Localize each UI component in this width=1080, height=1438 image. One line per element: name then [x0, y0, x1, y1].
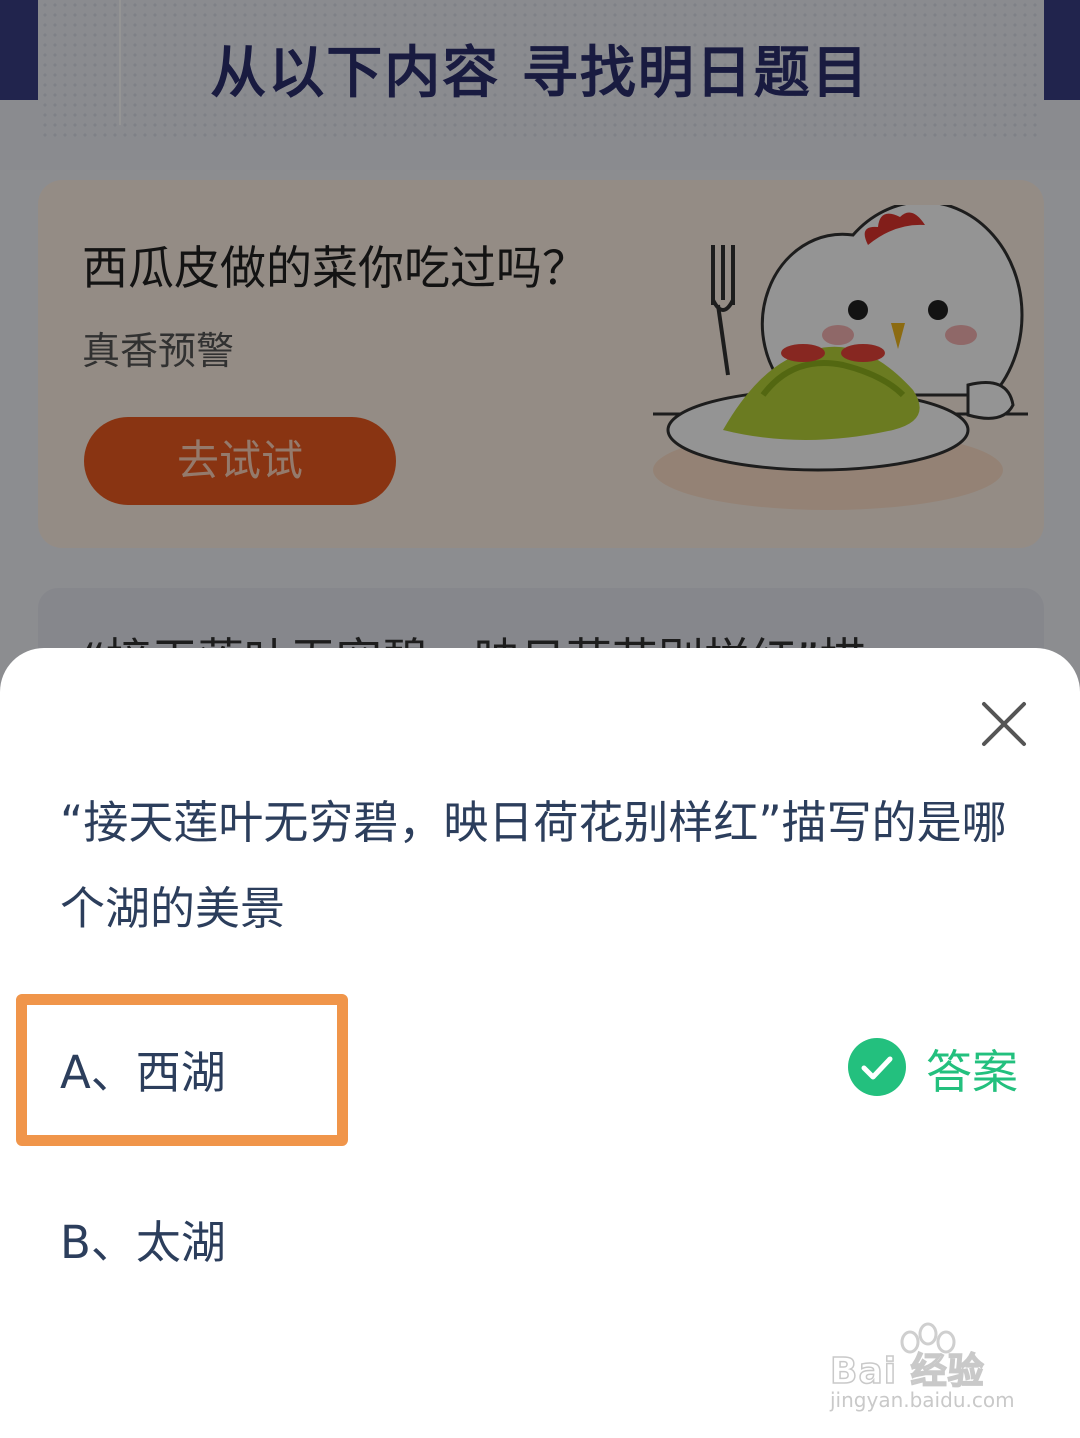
question-text: “接天莲叶无穷碧，映日荷花别样红”描写的是哪个湖的美景	[60, 796, 1007, 935]
watermark-url: jingyan.baidu.com	[830, 1388, 1015, 1412]
close-icon[interactable]	[978, 698, 1030, 750]
option-a-label: A、西湖	[60, 1046, 226, 1099]
watermark-text: Bai 经验	[829, 1350, 985, 1393]
answer-label: 答案	[926, 1045, 1018, 1099]
option-b-label: B、太湖	[60, 1216, 226, 1269]
check-circle-icon	[848, 1038, 906, 1096]
